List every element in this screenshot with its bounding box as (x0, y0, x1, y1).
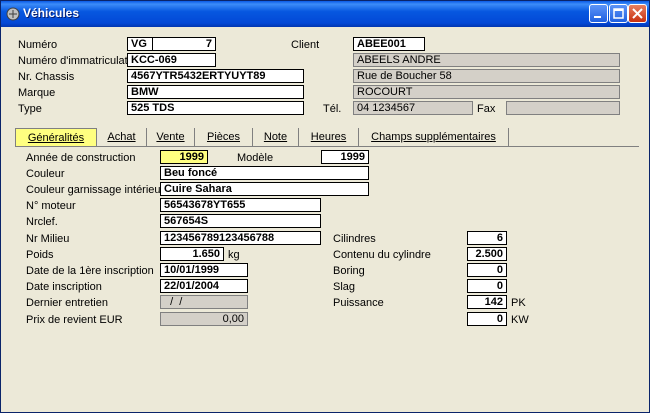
tab-champs-supplementaires[interactable]: Champs supplémentaires (359, 128, 509, 147)
modele-field[interactable]: 1999 (321, 150, 369, 164)
inscription1-label: Date de la 1ère inscription (26, 265, 154, 277)
annee-label: Année de construction (26, 152, 136, 164)
numero-prefix-field[interactable]: VG (127, 37, 153, 51)
cilindres-field[interactable]: 6 (467, 231, 507, 245)
poids-unit: kg (228, 249, 240, 261)
window-title: Véhicules (23, 6, 80, 20)
entretien-field: / / (160, 295, 248, 309)
garnissage-label: Couleur garnissage intérieu (26, 184, 161, 196)
tab-label: Pièces (206, 131, 241, 143)
contenu-field[interactable]: 2.500 (467, 247, 507, 261)
tab-label: Champs supplémentaires (371, 131, 496, 143)
tab-heures[interactable]: Heures (299, 128, 359, 147)
tel-field: 04 1234567 (353, 101, 473, 115)
cilindres-label: Cilindres (333, 233, 376, 245)
prix-field: 0,00 (160, 312, 248, 326)
tab-bar: Généralités Achat Vente Pièces Note Heur… (15, 128, 509, 147)
moteur-label: N° moteur (26, 200, 76, 212)
moteur-field[interactable]: 56543678YT655 (160, 198, 321, 212)
minimize-icon (594, 16, 601, 18)
tab-generalites[interactable]: Généralités (15, 128, 97, 147)
tab-vente[interactable]: Vente (147, 128, 195, 147)
inscription-label: Date inscription (26, 281, 102, 293)
poids-field[interactable]: 1.650 (160, 247, 224, 261)
puissance-pk-field[interactable]: 142 (467, 295, 507, 309)
chassis-label: Nr. Chassis (18, 71, 75, 83)
prix-label: Prix de revient EUR (26, 314, 123, 326)
type-field[interactable]: 525 TDS (127, 101, 304, 115)
tab-label: Vente (156, 131, 185, 143)
client-code-field[interactable]: ABEE001 (353, 37, 425, 51)
milieu-field[interactable]: 123456789123456788 (160, 231, 321, 245)
boring-field[interactable]: 0 (467, 263, 507, 277)
entretien-label: Dernier entretien (26, 297, 108, 309)
close-button[interactable] (628, 4, 647, 23)
poids-label: Poids (26, 249, 54, 261)
couleur-label: Couleur (26, 168, 65, 180)
client-street-field: Rue de Boucher 58 (353, 69, 620, 83)
nrclef-field[interactable]: 567654S (160, 214, 321, 228)
type-label: Type (18, 103, 42, 115)
inscription-field[interactable]: 22/01/2004 (160, 279, 248, 293)
immat-label: Numéro d'immatriculat (18, 55, 128, 67)
puissance-kw-field[interactable]: 0 (467, 312, 507, 326)
client-city-field: ROCOURT (353, 85, 620, 99)
tel-label: Tél. (323, 103, 342, 115)
minimize-button[interactable] (589, 4, 608, 23)
milieu-label: Nr Milieu (26, 233, 70, 245)
maximize-icon (613, 8, 624, 19)
contenu-label: Contenu du cylindre (333, 249, 431, 261)
puissance-pk-unit: PK (511, 297, 526, 309)
marque-label: Marque (18, 87, 56, 99)
numero-label: Numéro (18, 39, 58, 51)
nrclef-label: Nrclef. (26, 216, 58, 228)
annee-field[interactable]: 1999 (160, 150, 208, 164)
marque-field[interactable]: BMW (127, 85, 304, 99)
maximize-button[interactable] (609, 4, 628, 23)
close-icon (632, 8, 643, 19)
title-bar[interactable]: Véhicules (1, 1, 649, 27)
tab-label: Achat (107, 131, 136, 143)
tab-achat[interactable]: Achat (97, 128, 147, 147)
inscription1-field[interactable]: 10/01/1999 (160, 263, 248, 277)
fax-label: Fax (477, 103, 496, 115)
client-name-field: ABEELS ANDRE (353, 53, 620, 67)
tab-label: Note (263, 131, 288, 143)
tab-pieces[interactable]: Pièces (195, 128, 253, 147)
boring-label: Boring (333, 265, 365, 277)
tab-label: Heures (310, 131, 347, 143)
couleur-field[interactable]: Beu foncé (160, 166, 369, 180)
garnissage-field[interactable]: Cuire Sahara (160, 182, 369, 196)
chassis-field[interactable]: 4567YTR5432ERTYUYT89 (127, 69, 304, 83)
tab-label: Généralités (27, 132, 85, 144)
immat-field[interactable]: KCC-069 (127, 53, 216, 67)
slag-label: Slag (333, 281, 356, 293)
client-label: Client (291, 39, 320, 51)
puissance-kw-unit: KW (511, 314, 529, 326)
puissance-label: Puissance (333, 297, 384, 309)
app-icon (6, 7, 20, 21)
slag-field[interactable]: 0 (467, 279, 507, 293)
fax-field (506, 101, 620, 115)
tab-note[interactable]: Note (253, 128, 299, 147)
vehicles-window: Véhicules Numéro VG 7 Numéro d'immatricu… (0, 0, 650, 413)
modele-label: Modèle (237, 152, 274, 164)
numero-field[interactable]: 7 (152, 37, 216, 51)
